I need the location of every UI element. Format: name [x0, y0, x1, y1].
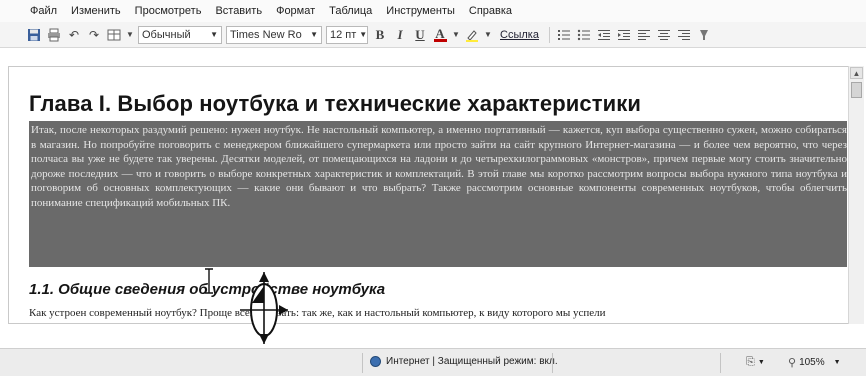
- menu-table[interactable]: Таблица: [329, 5, 372, 17]
- menu-format[interactable]: Формат: [276, 5, 315, 17]
- menu-view[interactable]: Просмотреть: [135, 5, 202, 17]
- redo-icon[interactable]: ↷: [86, 27, 102, 43]
- menu-help[interactable]: Справка: [469, 5, 512, 17]
- paragraph-style-value: Обычный: [142, 28, 191, 41]
- increase-indent-icon[interactable]: [616, 27, 632, 43]
- selected-paragraph-highlight: Итак, после некоторых раздумий решено: н…: [29, 121, 847, 267]
- undo-icon[interactable]: ↶: [66, 27, 82, 43]
- menu-file[interactable]: Файл: [30, 5, 57, 17]
- font-color-swatch: [433, 38, 447, 42]
- status-divider: [720, 353, 721, 373]
- align-center-icon[interactable]: [656, 27, 672, 43]
- zoom-level: 105%: [799, 357, 825, 368]
- clear-formatting-icon[interactable]: [696, 27, 712, 43]
- save-icon[interactable]: [26, 27, 42, 43]
- page-mode-icon: ⎘: [746, 356, 755, 368]
- insert-table-icon[interactable]: [106, 27, 122, 43]
- chevron-down-icon: ▼: [757, 359, 765, 366]
- zoom-mode-control[interactable]: ⎘ ▼: [746, 356, 765, 369]
- text-cursor-icon: [205, 268, 213, 294]
- intro-paragraph: Итак, после некоторых раздумий решено: н…: [31, 124, 847, 209]
- security-zone-text: Интернет | Защищенный режим: вкл.: [386, 356, 558, 367]
- chevron-down-icon[interactable]: ▼: [126, 27, 134, 43]
- security-zone[interactable]: Интернет | Защищенный режим: вкл.: [370, 356, 558, 367]
- chevron-down-icon[interactable]: ▼: [452, 27, 460, 43]
- print-icon[interactable]: [46, 27, 62, 43]
- menu-bar: Файл Изменить Просмотреть Вставить Форма…: [0, 0, 866, 22]
- font-family-select[interactable]: Times New Ro ▼: [226, 25, 322, 44]
- chevron-down-icon[interactable]: ▼: [484, 27, 492, 43]
- paragraph-style-select[interactable]: Обычный ▼: [138, 25, 222, 44]
- font-size-value: 12 пт: [330, 28, 357, 41]
- underline-button[interactable]: U: [412, 27, 428, 43]
- toolbar-divider: [548, 26, 550, 43]
- insert-link-button[interactable]: Ссылка: [496, 29, 543, 41]
- decrease-indent-icon[interactable]: [596, 27, 612, 43]
- magnifier-icon: ⚲: [788, 357, 797, 369]
- body-paragraph: Как устроен современный ноутбук? Проще в…: [29, 307, 606, 319]
- status-bar: Интернет | Защищенный режим: вкл. ⎘ ▼ ⚲ …: [0, 348, 866, 376]
- formatting-toolbar: ↶ ↷ ▼ Обычный ▼ Times New Ro ▼ 12 пт ▼ B…: [0, 22, 866, 48]
- vertical-scrollbar[interactable]: ▲: [848, 66, 864, 324]
- chevron-down-icon: ▼: [210, 30, 218, 39]
- status-divider: [362, 353, 363, 373]
- menu-tools[interactable]: Инструменты: [386, 5, 455, 17]
- font-family-value: Times New Ro: [230, 28, 302, 41]
- bulleted-list-icon[interactable]: [576, 27, 592, 43]
- highlight-icon[interactable]: [464, 27, 480, 43]
- document-editor[interactable]: Глава I. Выбор ноутбука и технические ха…: [8, 66, 848, 324]
- chapter-heading: Глава I. Выбор ноутбука и технические ха…: [29, 91, 642, 116]
- scroll-thumb[interactable]: [851, 82, 862, 98]
- globe-icon: [370, 356, 381, 367]
- font-color-label: A: [435, 25, 445, 41]
- font-color-button[interactable]: A: [432, 27, 448, 43]
- align-right-icon[interactable]: [676, 27, 692, 43]
- scroll-up-icon[interactable]: ▲: [850, 67, 863, 79]
- chevron-down-icon: ▼: [359, 30, 368, 39]
- chevron-down-icon: ▼: [310, 30, 318, 39]
- font-size-select[interactable]: 12 пт ▼: [326, 25, 368, 44]
- align-left-icon[interactable]: [636, 27, 652, 43]
- menu-insert[interactable]: Вставить: [215, 5, 262, 17]
- status-divider: [552, 353, 553, 373]
- autoscroll-cursor-icon: [240, 272, 288, 344]
- chevron-down-icon: ▼: [833, 359, 841, 366]
- zoom-control[interactable]: ⚲ 105% ▼: [788, 356, 841, 369]
- bold-button[interactable]: B: [372, 27, 388, 43]
- numbered-list-icon[interactable]: [556, 27, 572, 43]
- menu-edit[interactable]: Изменить: [71, 5, 121, 17]
- italic-button[interactable]: I: [392, 27, 408, 43]
